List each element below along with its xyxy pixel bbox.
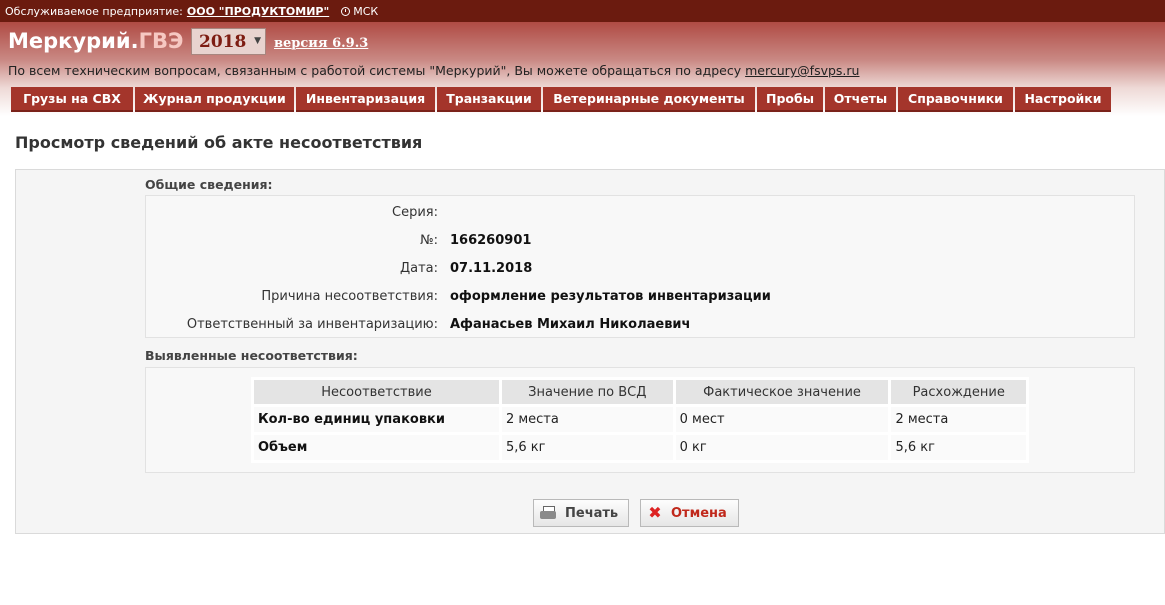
discrepancies-table: Несоответствие Значение по ВСД Фактическ… xyxy=(251,377,1029,463)
clock-icon xyxy=(341,6,351,16)
page-title: Просмотр сведений об акте несоответствия xyxy=(15,133,423,152)
info-row-reason: Причина несоответствия: оформление резул… xyxy=(146,282,1136,310)
table-row: Объем 5,6 кг 0 кг 5,6 кг xyxy=(254,435,1026,460)
discrepancies-section-label: Выявленные несоответствия: xyxy=(145,348,358,363)
close-icon: ✖ xyxy=(648,503,662,522)
info-row-series: Серия: xyxy=(146,198,1136,226)
reason-label: Причина несоответствия: xyxy=(261,289,438,304)
printer-icon xyxy=(540,506,556,520)
chevron-down-icon: ▼ xyxy=(254,36,261,46)
number-value: 166260901 xyxy=(450,233,532,248)
nav-transactions[interactable]: Транзакции xyxy=(437,87,541,112)
table-row: Кол-во единиц упаковки 2 места 0 мест 2 … xyxy=(254,407,1026,432)
year-select[interactable]: 2018 ▼ xyxy=(191,28,266,55)
cancel-button-label: Отмена xyxy=(671,505,727,521)
nav-product-journal[interactable]: Журнал продукции xyxy=(135,87,294,112)
general-section-label: Общие сведения: xyxy=(145,177,273,192)
timezone: МСК xyxy=(341,5,378,18)
table-cell: 2 места xyxy=(501,407,673,432)
nav-inventory[interactable]: Инвентаризация xyxy=(296,87,435,112)
timezone-label: МСК xyxy=(353,4,379,18)
nav-svh[interactable]: Грузы на СВХ xyxy=(11,87,133,112)
print-button[interactable]: Печать xyxy=(533,499,629,527)
series-label: Серия: xyxy=(392,205,438,220)
nav-references[interactable]: Справочники xyxy=(898,87,1013,112)
nav-samples[interactable]: Пробы xyxy=(757,87,823,112)
column-header: Значение по ВСД xyxy=(501,380,673,404)
table-cell: 5,6 кг xyxy=(891,435,1026,460)
column-header: Фактическое значение xyxy=(675,380,889,404)
responsible-label: Ответственный за инвентаризацию: xyxy=(186,317,438,332)
info-row-responsible: Ответственный за инвентаризацию: Афанась… xyxy=(146,310,1136,338)
table-cell: Объем xyxy=(254,435,499,460)
table-cell: 5,6 кг xyxy=(501,435,673,460)
info-row-number: №: 166260901 xyxy=(146,226,1136,254)
number-label: №: xyxy=(420,233,438,248)
nav-reports[interactable]: Отчеты xyxy=(825,87,896,112)
logo-main: Меркурий. xyxy=(8,29,139,53)
enterprise-label: Обслуживаемое предприятие: xyxy=(5,4,183,18)
date-value: 07.11.2018 xyxy=(450,261,533,276)
cancel-button[interactable]: ✖ Отмена xyxy=(640,499,739,527)
responsible-value: Афанасьев Михаил Николаевич xyxy=(450,317,691,332)
logo-suffix: ГВЭ xyxy=(138,29,184,53)
main-menu: Грузы на СВХ Журнал продукции Инвентариз… xyxy=(11,87,1113,112)
enterprise-link[interactable]: ООО "ПРОДУКТОМИР" xyxy=(187,5,329,18)
table-cell: 0 мест xyxy=(675,407,889,432)
table-cell: 2 места xyxy=(891,407,1026,432)
content-panel: Общие сведения: Серия: №: 166260901 Дата… xyxy=(15,169,1165,534)
info-row-date: Дата: 07.11.2018 xyxy=(146,254,1136,282)
discrepancies-box: Несоответствие Значение по ВСД Фактическ… xyxy=(145,367,1135,473)
nav-settings[interactable]: Настройки xyxy=(1015,87,1111,112)
version-link[interactable]: версия 6.9.3 xyxy=(274,36,368,51)
app-logo: Меркурий.ГВЭ xyxy=(8,29,183,53)
general-info-box: Серия: №: 166260901 Дата: 07.11.2018 При… xyxy=(145,195,1135,338)
table-header-row: Несоответствие Значение по ВСД Фактическ… xyxy=(254,380,1026,404)
table-cell: Кол-во единиц упаковки xyxy=(254,407,499,432)
support-message: По всем техническим вопросам, связанным … xyxy=(8,63,742,78)
support-text: По всем техническим вопросам, связанным … xyxy=(8,63,859,78)
year-value: 2018 xyxy=(199,31,247,52)
top-bar: Обслуживаемое предприятие: ООО "ПРОДУКТО… xyxy=(0,0,1165,22)
support-email-link[interactable]: mercury@fsvps.ru xyxy=(745,63,859,78)
nav-vet-documents[interactable]: Ветеринарные документы xyxy=(543,87,755,112)
column-header: Расхождение xyxy=(891,380,1026,404)
column-header: Несоответствие xyxy=(254,380,499,404)
date-label: Дата: xyxy=(399,261,438,276)
reason-value: оформление результатов инвентаризации xyxy=(450,289,771,304)
table-cell: 0 кг xyxy=(675,435,889,460)
print-button-label: Печать xyxy=(565,505,619,521)
